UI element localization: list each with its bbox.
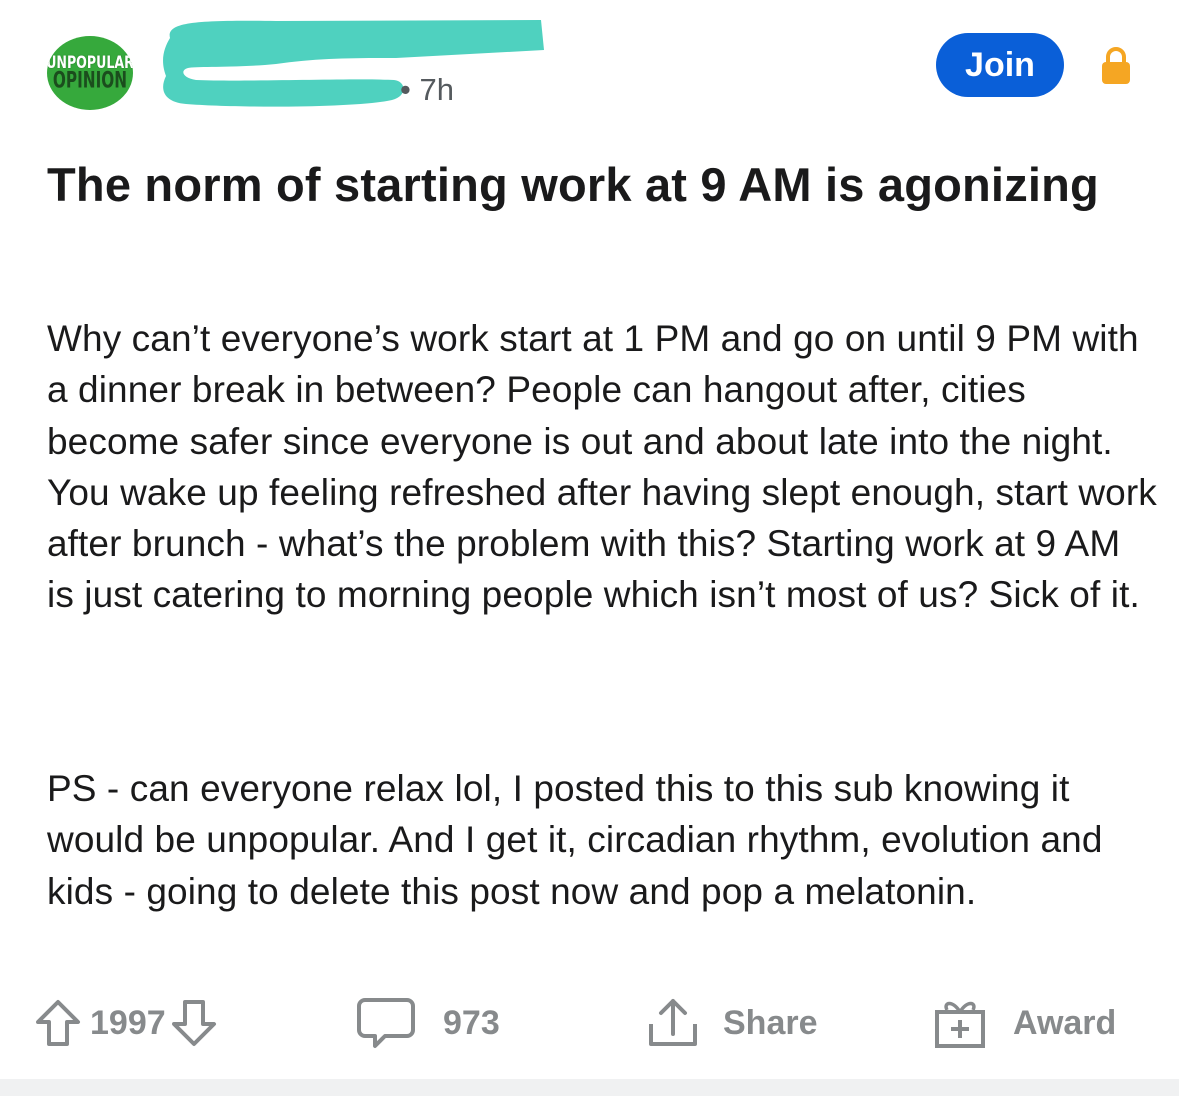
vote-count: 1997 [90,1003,166,1042]
award-button[interactable]: Award [933,995,1116,1051]
award-icon [935,1001,985,1048]
comment-icon [357,998,415,1048]
lock-icon [1102,47,1130,84]
bottom-divider [0,1079,1179,1096]
share-icon [649,999,697,1046]
post-body-paragraph-1: Why can’t everyone’s work start at 1 PM … [47,318,1157,616]
post-title: The norm of starting work at 9 AM is ago… [47,158,1099,211]
downvote-icon[interactable] [170,998,218,1048]
award-label: Award [1013,1003,1117,1042]
share-label: Share [723,1003,818,1042]
comments-button[interactable]: 973 [355,995,500,1051]
redacted-username-scribble [163,20,544,107]
post-time: • 7h [400,72,454,107]
join-button[interactable]: Join [936,33,1064,97]
post-body-paragraph-2: PS - can everyone relax lol, I posted th… [47,768,1103,912]
vote-group: 1997 [34,995,218,1051]
upvote-icon[interactable] [34,998,82,1048]
subreddit-avatar[interactable]: UNPOPULAR OPINION [47,36,133,110]
subreddit-avatar-line2: OPINION [52,67,128,94]
share-button[interactable]: Share [645,995,818,1051]
comment-count: 973 [443,1003,500,1042]
